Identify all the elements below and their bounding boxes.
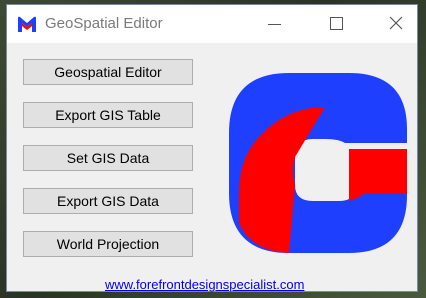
client-area: Geospatial Editor Export GIS Table Set G… [7, 43, 417, 292]
export-gis-data-button[interactable]: Export GIS Data [23, 188, 193, 214]
minimize-button[interactable] [251, 5, 297, 43]
app-logo-icon [18, 16, 36, 32]
app-window: GeoSpatial Editor Geospatial Editor Expo… [6, 4, 418, 292]
brand-logo [229, 73, 407, 253]
set-gis-data-button[interactable]: Set GIS Data [23, 145, 193, 171]
maximize-button[interactable] [313, 5, 359, 43]
website-link[interactable]: www.forefrontdesignspecialist.com [105, 277, 304, 292]
geospatial-editor-button[interactable]: Geospatial Editor [23, 59, 193, 85]
window-title: GeoSpatial Editor [45, 15, 163, 32]
world-projection-button[interactable]: World Projection [23, 231, 193, 257]
close-icon [389, 16, 403, 30]
close-button[interactable] [373, 5, 419, 43]
export-gis-table-button[interactable]: Export GIS Table [23, 102, 193, 128]
title-bar[interactable]: GeoSpatial Editor [7, 5, 417, 43]
